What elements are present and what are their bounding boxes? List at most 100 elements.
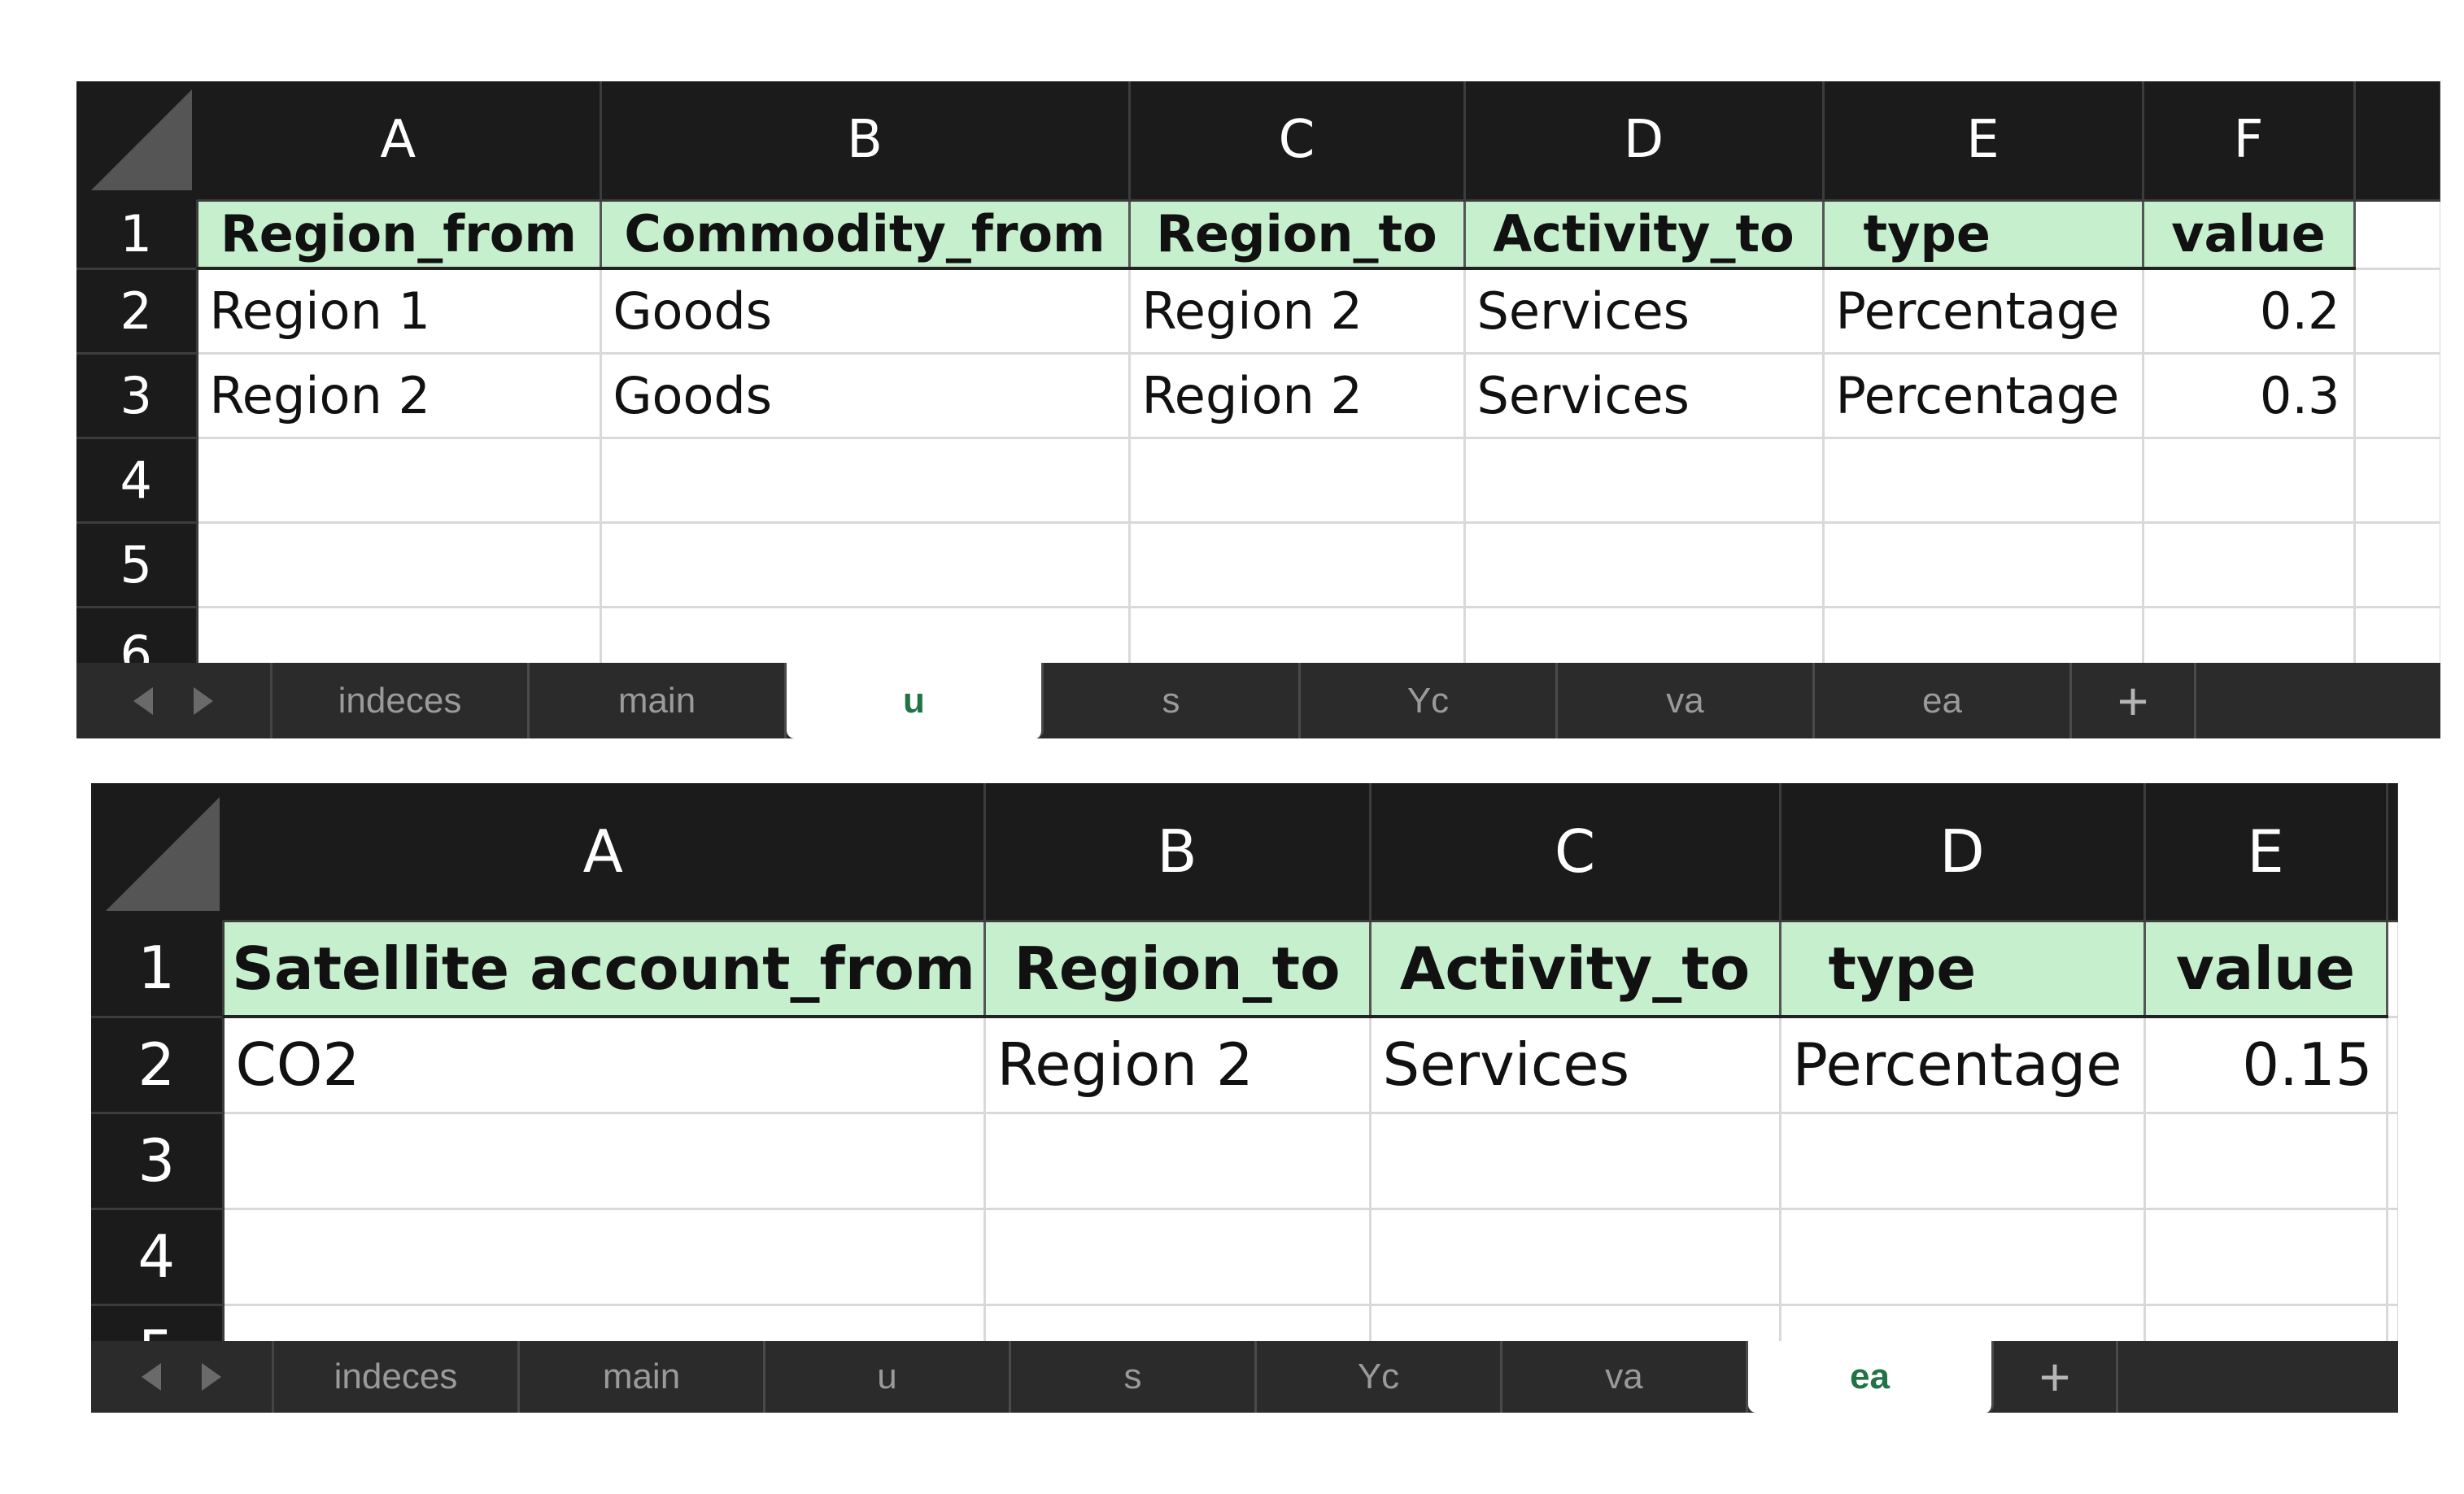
sheet-tab-indeces[interactable]: indeces [273,663,530,738]
cell-b2[interactable]: Goods [600,268,1131,355]
column-header-g[interactable] [2354,81,2440,202]
cell-e5[interactable] [1823,522,2144,608]
select-all-corner[interactable] [76,81,197,200]
cell-a4[interactable] [197,438,602,524]
column-header-f[interactable]: F [2143,81,2356,202]
cell-e1[interactable]: value [2144,921,2388,1018]
cell-f5[interactable] [2143,522,2356,608]
cell-f2[interactable]: 0.2 [2143,268,2356,355]
cell-d3[interactable]: Services [1464,353,1825,439]
cell-e2[interactable]: Percentage [1823,268,2144,355]
row-header-5[interactable]: 5 [76,522,198,608]
column-header-f[interactable] [2387,783,2398,922]
sheet-tab-ea[interactable]: ea [1748,1341,1994,1413]
row-header-4[interactable]: 4 [91,1209,225,1306]
tab-scroll-right-icon[interactable] [202,1363,221,1391]
sheet-tab-va[interactable]: va [1502,1341,1748,1413]
row-header-3[interactable]: 3 [76,353,198,439]
cell-f3[interactable]: 0.3 [2143,353,2356,439]
cell-a6[interactable] [197,607,602,663]
cell-a5[interactable] [197,522,602,608]
cell-a2[interactable]: CO2 [223,1017,986,1114]
cell-e6[interactable] [1823,607,2144,663]
row-header-1[interactable]: 1 [76,200,198,270]
column-header-c[interactable]: C [1129,81,1466,202]
cell-f4[interactable] [2143,438,2356,524]
cell-b3[interactable]: Goods [600,353,1131,439]
cell-a5[interactable] [223,1305,986,1341]
sheet-tab-indeces[interactable]: indeces [274,1341,520,1413]
cell-g6[interactable] [2354,607,2440,663]
column-header-a[interactable]: A [223,783,986,922]
select-all-corner[interactable] [91,783,223,921]
cell-c3[interactable]: Region 2 [1129,353,1466,439]
sheet-tab-u[interactable]: u [787,663,1044,738]
cell-e3[interactable] [2144,1113,2388,1210]
cell-b6[interactable] [600,607,1131,663]
sheet-tab-u[interactable]: u [765,1341,1011,1413]
cell-e1[interactable]: type [1823,200,2144,270]
cell-a4[interactable] [223,1209,986,1306]
add-sheet-button[interactable]: + [2072,663,2196,738]
cell-c2[interactable]: Services [1370,1017,1781,1114]
sheet-tab-ea[interactable]: ea [1815,663,2072,738]
cell-d2[interactable]: Services [1464,268,1825,355]
cell-e2[interactable]: 0.15 [2144,1017,2388,1114]
cell-g3[interactable] [2354,353,2440,439]
cell-a3[interactable] [223,1113,986,1210]
cell-b1[interactable]: Commodity_from [600,200,1131,270]
tab-scroll-left-icon[interactable] [142,1363,161,1391]
row-header-2[interactable]: 2 [76,268,198,355]
cell-b5[interactable] [600,522,1131,608]
cell-c1[interactable]: Region_to [1129,200,1466,270]
cell-c6[interactable] [1129,607,1466,663]
column-header-b[interactable]: B [600,81,1131,202]
cell-f1[interactable] [2387,921,2398,1018]
column-header-b[interactable]: B [984,783,1372,922]
column-header-e[interactable]: E [2144,783,2388,922]
cell-f4[interactable] [2387,1209,2398,1306]
cell-c4[interactable] [1370,1209,1781,1306]
cell-d4[interactable] [1464,438,1825,524]
sheet-tab-va[interactable]: va [1558,663,1815,738]
cell-g5[interactable] [2354,522,2440,608]
cell-a3[interactable]: Region 2 [197,353,602,439]
cell-d2[interactable]: Percentage [1780,1017,2146,1114]
tab-scroll-left-icon[interactable] [133,686,153,715]
cell-d4[interactable] [1780,1209,2146,1306]
cell-g4[interactable] [2354,438,2440,524]
cell-c3[interactable] [1370,1113,1781,1210]
column-header-d[interactable]: D [1780,783,2146,922]
sheet-tab-main[interactable]: main [530,663,787,738]
cell-c5[interactable] [1129,522,1466,608]
sheet-tab-main[interactable]: main [520,1341,765,1413]
row-header-6[interactable]: 6 [76,607,198,663]
cell-f6[interactable] [2143,607,2356,663]
cell-f1[interactable]: value [2143,200,2356,270]
tab-scroll-right-icon[interactable] [194,686,213,715]
sheet-tab-yc[interactable]: Yc [1301,663,1558,738]
column-header-e[interactable]: E [1823,81,2144,202]
cell-e4[interactable] [1823,438,2144,524]
cell-b3[interactable] [984,1113,1372,1210]
cell-c1[interactable]: Activity_to [1370,921,1781,1018]
row-header-5[interactable]: 5 [91,1305,225,1341]
cell-c2[interactable]: Region 2 [1129,268,1466,355]
cell-a1[interactable]: Region_from [197,200,602,270]
cell-e5[interactable] [2144,1305,2388,1341]
cell-f2[interactable] [2387,1017,2398,1114]
cell-d5[interactable] [1464,522,1825,608]
cell-d5[interactable] [1780,1305,2146,1341]
row-header-4[interactable]: 4 [76,438,198,524]
cell-e3[interactable]: Percentage [1823,353,2144,439]
column-header-a[interactable]: A [197,81,602,202]
cell-a2[interactable]: Region 1 [197,268,602,355]
add-sheet-button[interactable]: + [1994,1341,2118,1413]
cell-d6[interactable] [1464,607,1825,663]
cell-d1[interactable]: type [1780,921,2146,1018]
cell-b4[interactable] [984,1209,1372,1306]
column-header-d[interactable]: D [1464,81,1825,202]
cell-b4[interactable] [600,438,1131,524]
sheet-tab-yc[interactable]: Yc [1257,1341,1502,1413]
cell-b2[interactable]: Region 2 [984,1017,1372,1114]
